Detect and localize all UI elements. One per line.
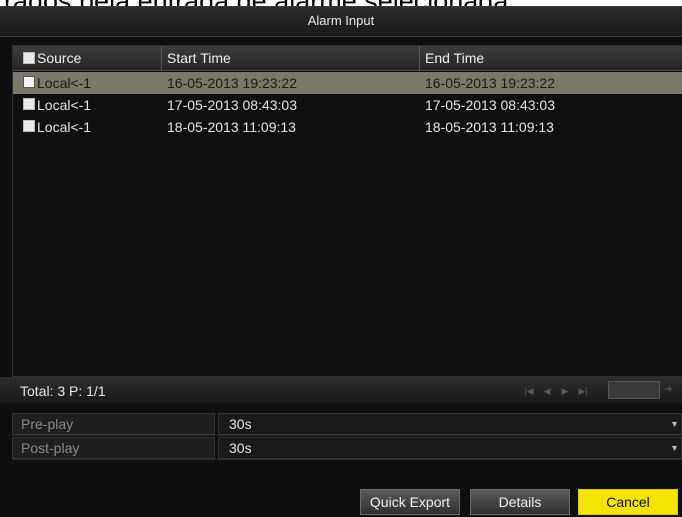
row-start-time: 17-05-2013 08:43:03 [167,97,297,113]
table-footer: Total: 3 P: 1/1 |◀ ◀ ▶ ▶| ➔ [0,377,682,403]
row-checkbox[interactable] [23,98,35,110]
table-header: Source Start Time End Time [13,46,682,71]
column-divider [161,46,162,70]
row-checkbox[interactable] [23,120,35,132]
pre-play-label: Pre-play [12,413,215,435]
post-play-dropdown[interactable]: 30s ▼ [218,437,682,459]
column-header-source[interactable]: Source [37,50,81,66]
details-button[interactable]: Details [470,489,570,515]
chevron-down-icon[interactable]: ▼ [670,419,679,429]
dialog-titlebar: Alarm Input [0,7,682,37]
post-play-value: 30s [229,440,252,456]
row-source: Local<-1 [37,119,92,135]
row-checkbox[interactable] [23,76,35,88]
cancel-button[interactable]: Cancel [578,489,678,515]
first-page-icon[interactable]: |◀ [522,386,536,397]
table-row[interactable]: Local<-1 17-05-2013 08:43:03 17-05-2013 … [13,94,682,116]
page-number-input[interactable] [608,381,660,399]
alarm-table: Source Start Time End Time Local<-1 16-0… [12,45,682,377]
post-play-row: Post-play 30s ▼ [12,437,682,460]
go-page-arrow-icon[interactable]: ➔ [664,384,672,395]
row-source: Local<-1 [37,75,92,91]
pre-play-value: 30s [229,416,252,432]
next-page-icon[interactable]: ▶ [558,386,572,397]
row-start-time: 18-05-2013 11:09:13 [167,119,296,135]
previous-page-icon[interactable]: ◀ [540,386,554,397]
row-end-time: 17-05-2013 08:43:03 [425,97,555,113]
row-start-time: 16-05-2013 19:23:22 [167,75,297,91]
row-end-time: 18-05-2013 11:09:13 [425,119,554,135]
chevron-down-icon[interactable]: ▼ [670,443,679,453]
dialog-title: Alarm Input [307,13,375,28]
table-row[interactable]: Local<-1 16-05-2013 19:23:22 16-05-2013 … [13,72,682,94]
select-all-checkbox[interactable] [23,52,35,64]
column-divider [419,46,420,70]
column-header-start-time[interactable]: Start Time [167,50,231,66]
last-page-icon[interactable]: ▶| [576,386,590,397]
column-header-end-time[interactable]: End Time [425,50,484,66]
row-end-time: 16-05-2013 19:23:22 [425,75,555,91]
row-source: Local<-1 [37,97,92,113]
total-count: Total: 3 P: 1/1 [20,383,106,399]
pre-play-row: Pre-play 30s ▼ [12,413,682,436]
pre-play-dropdown[interactable]: 30s ▼ [218,413,682,435]
alarm-input-dialog: Alarm Input Source Start Time End Time L… [0,6,682,517]
quick-export-button[interactable]: Quick Export [360,489,460,515]
post-play-label: Post-play [12,437,215,459]
table-row[interactable]: Local<-1 18-05-2013 11:09:13 18-05-2013 … [13,116,682,138]
